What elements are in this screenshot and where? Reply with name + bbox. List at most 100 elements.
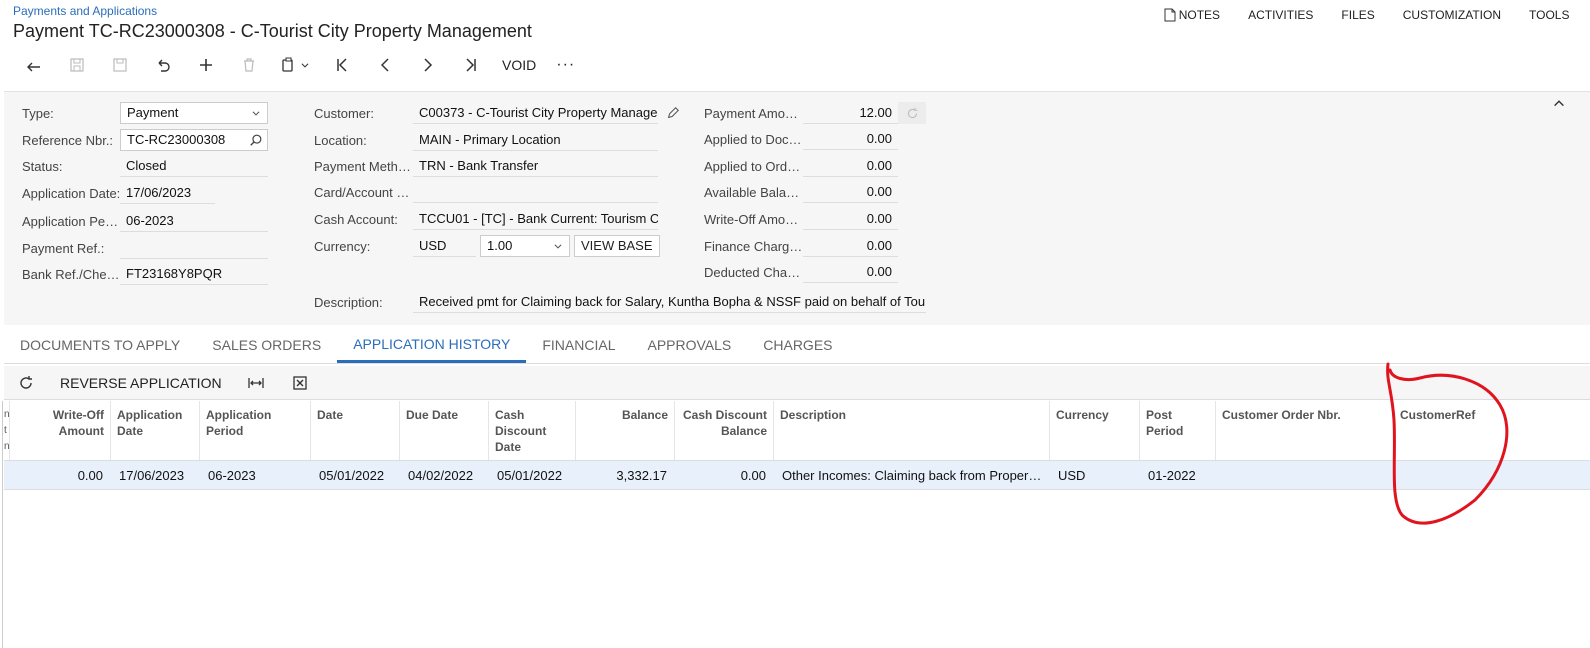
application-period-value[interactable]: 06-2023 <box>120 210 268 232</box>
application-date-row: Application Date: 17/06/2023 <box>22 182 215 204</box>
last-record-button[interactable] <box>449 52 492 78</box>
files-button[interactable]: FILES <box>1327 8 1388 22</box>
finance-charges-value: 0.00 <box>803 235 898 257</box>
customer-label: Customer: <box>314 105 374 121</box>
application-date-value[interactable]: 17/06/2023 <box>120 182 215 204</box>
activities-button[interactable]: ACTIVITIES <box>1234 8 1327 22</box>
chevron-left-icon <box>380 58 389 72</box>
search-icon[interactable] <box>249 133 263 147</box>
fit-to-width-icon <box>247 377 264 388</box>
tab-approvals[interactable]: APPROVALS <box>631 326 747 363</box>
tab-application-history[interactable]: APPLICATION HISTORY <box>337 326 527 363</box>
cell-write-off: 0.00 <box>77 468 103 483</box>
reference-nbr-value: TC-RC23000308 <box>127 132 226 147</box>
column-header-due-date[interactable]: Due Date <box>400 401 489 460</box>
copy-paste-button[interactable] <box>270 52 320 78</box>
applied-to-ord-value: 0.00 <box>803 155 898 177</box>
tab-documents-to-apply[interactable]: DOCUMENTS TO APPLY <box>4 326 196 363</box>
deducted-charges-row: Deducted Cha… 0.00 <box>704 261 898 283</box>
application-history-grid: n t n Write-Off Amount Application Date … <box>4 401 1590 490</box>
view-base-button[interactable]: VIEW BASE <box>574 235 660 257</box>
grid-left-edge <box>2 401 3 648</box>
write-off-amount-label: Write-Off Amo… <box>704 211 799 227</box>
last-icon <box>465 58 476 72</box>
card-account-value[interactable] <box>413 181 658 203</box>
tools-button[interactable]: TOOLS <box>1515 8 1590 22</box>
tab-charges[interactable]: CHARGES <box>747 326 848 363</box>
tab-sales-orders[interactable]: SALES ORDERS <box>196 326 337 363</box>
cash-account-label: Cash Account: <box>314 211 398 227</box>
payment-amount-row: Payment Amo… 12.00 <box>704 102 926 124</box>
void-button[interactable]: VOID <box>492 57 546 73</box>
previous-record-button[interactable] <box>363 52 406 78</box>
back-button[interactable] <box>12 52 55 78</box>
grid-toolbar: REVERSE APPLICATION <box>4 366 1590 400</box>
payment-amount-value[interactable]: 12.00 <box>803 102 898 124</box>
cancel-button[interactable] <box>141 52 184 78</box>
payment-method-row: Payment Meth… TRN - Bank Transfer <box>314 155 658 177</box>
type-value: Payment <box>127 105 179 120</box>
more-actions-button[interactable]: ··· <box>546 56 585 74</box>
column-header-customer-order-nbr[interactable]: Customer Order Nbr. <box>1216 401 1394 460</box>
column-header-application-date[interactable]: Application Date <box>111 401 200 460</box>
table-row[interactable]: 0.00 17/06/2023 06-2023 05/01/2022 04/02… <box>4 461 1590 490</box>
tab-financial[interactable]: FINANCIAL <box>526 326 631 363</box>
cash-account-value[interactable]: TCCU01 - [TC] - Bank Current: Tourism C <box>413 208 658 230</box>
reverse-application-button[interactable]: REVERSE APPLICATION <box>48 366 234 400</box>
breadcrumb[interactable]: Payments and Applications <box>13 4 157 18</box>
currency-value[interactable]: USD <box>413 235 476 257</box>
location-value[interactable]: MAIN - Primary Location <box>413 129 658 151</box>
column-header-write-off[interactable]: Write-Off Amount <box>10 401 111 460</box>
column-header-cash-discount-date[interactable]: Cash Discount Date <box>489 401 576 460</box>
bank-ref-row: Bank Ref./Che… FT23168Y8PQR <box>22 263 268 285</box>
refresh-grid-button[interactable] <box>4 366 48 400</box>
add-button[interactable] <box>184 52 227 78</box>
column-header-cash-discount-balance[interactable]: Cash Discount Balance <box>675 401 774 460</box>
fit-columns-button[interactable] <box>234 366 278 400</box>
payment-method-value[interactable]: TRN - Bank Transfer <box>413 155 658 177</box>
bank-ref-value[interactable]: FT23168Y8PQR <box>120 263 268 285</box>
export-excel-button[interactable] <box>278 366 322 400</box>
currency-rate-select[interactable]: 1.00 <box>480 235 570 257</box>
pencil-icon[interactable] <box>666 106 680 120</box>
currency-rate-value: 1.00 <box>487 238 513 253</box>
type-select[interactable]: Payment <box>120 102 268 124</box>
available-balance-label: Available Bala… <box>704 184 800 200</box>
first-record-button[interactable] <box>320 52 363 78</box>
notes-button[interactable]: NOTES <box>1150 8 1234 22</box>
excel-icon <box>292 375 307 390</box>
application-period-row: Application Pe… 06-2023 <box>22 210 268 232</box>
save-button[interactable] <box>98 52 141 78</box>
column-header-application-period[interactable]: Application Period <box>200 401 311 460</box>
customer-value[interactable]: C00373 - C-Tourist City Property Manage <box>413 102 658 124</box>
customization-button[interactable]: CUSTOMIZATION <box>1389 8 1515 22</box>
column-header-post-period[interactable]: Post Period <box>1140 401 1216 460</box>
chevron-down-icon <box>252 111 260 116</box>
description-row: Description: Received pmt for Claiming b… <box>314 291 926 313</box>
finance-charges-label: Finance Charg… <box>704 238 803 254</box>
column-header-date[interactable]: Date <box>311 401 400 460</box>
column-header-currency[interactable]: Currency <box>1050 401 1140 460</box>
refresh-amount-button[interactable] <box>898 102 926 124</box>
card-account-label: Card/Account … <box>314 184 410 200</box>
customer-row: Customer: C00373 - C-Tourist City Proper… <box>314 102 680 124</box>
type-row: Type: Payment <box>22 102 268 124</box>
cell-cash-discount-balance: 0.00 <box>740 468 766 483</box>
chevron-up-icon[interactable] <box>1552 96 1566 110</box>
description-value[interactable]: Received pmt for Claiming back for Salar… <box>413 291 926 313</box>
cell-application-period: 06-2023 <box>208 468 256 483</box>
save-close-button[interactable] <box>55 52 98 78</box>
finance-charges-row: Finance Charg… 0.00 <box>704 235 898 257</box>
reference-nbr-field[interactable]: TC-RC23000308 <box>120 129 268 151</box>
applied-to-doc-value: 0.00 <box>803 128 898 150</box>
next-record-button[interactable] <box>406 52 449 78</box>
delete-button[interactable] <box>227 52 270 78</box>
column-header-description[interactable]: Description <box>774 401 1050 460</box>
column-header-balance[interactable]: Balance <box>576 401 675 460</box>
applied-to-ord-label: Applied to Ord… <box>704 158 801 174</box>
payment-ref-label: Payment Ref.: <box>22 240 105 256</box>
back-arrow-icon <box>26 62 40 72</box>
main-toolbar: VOID ··· <box>12 52 585 78</box>
payment-ref-value[interactable] <box>120 237 268 259</box>
first-icon <box>336 58 347 72</box>
